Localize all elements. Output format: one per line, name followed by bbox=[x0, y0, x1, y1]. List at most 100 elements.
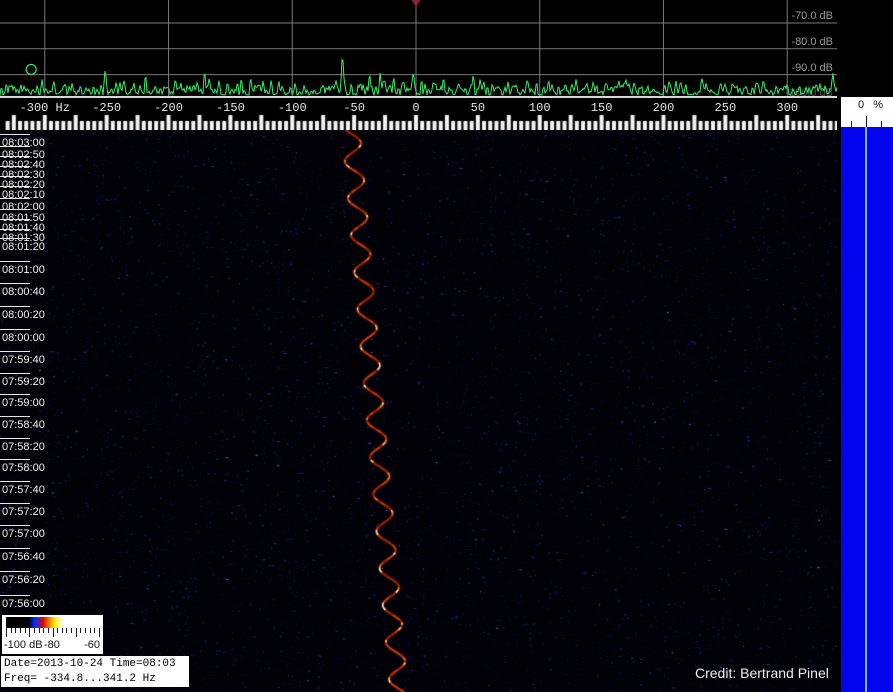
time-label: 07:58:20 bbox=[2, 441, 45, 453]
percent-scale-header: 0 % bbox=[841, 97, 893, 127]
time-label: 07:58:00 bbox=[2, 462, 45, 474]
time-tick bbox=[0, 186, 30, 187]
time-label: 07:59:40 bbox=[2, 354, 45, 366]
time-tick bbox=[0, 595, 30, 596]
time-tick bbox=[0, 166, 30, 167]
scale-tick bbox=[48, 628, 49, 633]
time-label: 07:59:20 bbox=[2, 376, 45, 388]
frequency-label: 100 bbox=[529, 101, 551, 115]
amplitude-bar-level-line bbox=[865, 127, 867, 692]
time-tick bbox=[0, 198, 30, 199]
time-tick bbox=[0, 373, 30, 374]
time-label: 08:00:40 bbox=[2, 286, 45, 298]
waterfall-display[interactable]: 08:03:0008:02:5008:02:4008:02:3008:02:20… bbox=[0, 130, 837, 692]
time-tick bbox=[0, 156, 30, 157]
frequency-label: -200 bbox=[154, 101, 183, 115]
status-date-time: Date=2013-10-24 Time=08:03 bbox=[4, 657, 189, 672]
status-freq-range: Freq= -334.8...341.2 Hz bbox=[4, 672, 189, 687]
status-bar: Date=2013-10-24 Time=08:03 Freq= -334.8.… bbox=[1, 656, 189, 687]
time-label: 08:03:00 bbox=[2, 137, 45, 149]
frequency-label: -300 Hz bbox=[20, 101, 70, 115]
time-tick bbox=[0, 238, 30, 239]
scale-label-max: -60 bbox=[84, 639, 100, 651]
time-tick bbox=[0, 283, 30, 284]
scale-tick bbox=[62, 628, 63, 633]
time-label: 08:00:20 bbox=[2, 309, 45, 321]
color-scale-labels: -100 dB -80 -60 bbox=[2, 638, 103, 653]
time-label: 07:56:40 bbox=[2, 551, 45, 563]
scale-tick bbox=[85, 628, 86, 633]
scale-tick bbox=[94, 628, 95, 633]
scale-tick bbox=[25, 628, 26, 633]
time-tick bbox=[0, 416, 30, 417]
time-tick bbox=[0, 503, 30, 504]
waterfall-canvas[interactable] bbox=[0, 130, 837, 692]
time-label: 07:56:20 bbox=[2, 574, 45, 586]
frequency-ruler: -300 Hz -250 -200 -150 -100 -50 0 50 100 150 200 25… bbox=[0, 97, 837, 130]
scale-tick bbox=[29, 628, 30, 637]
time-label: 08:02:10 bbox=[2, 189, 45, 201]
scale-tick bbox=[20, 628, 21, 633]
spectrum-plot[interactable]: -70.0 dB-80.0 dB-90.0 dB-100.0 dB bbox=[0, 0, 837, 97]
time-label: 08:01:00 bbox=[2, 264, 45, 276]
time-label: 07:57:00 bbox=[2, 528, 45, 540]
time-tick bbox=[0, 394, 30, 395]
time-tick bbox=[0, 548, 30, 549]
time-label: 07:57:40 bbox=[2, 484, 45, 496]
percent-tick bbox=[866, 116, 867, 127]
time-tick bbox=[0, 261, 30, 262]
scale-tick bbox=[57, 628, 58, 633]
scale-label-mid: -80 bbox=[44, 639, 60, 651]
scale-tick bbox=[90, 628, 91, 633]
time-tick bbox=[0, 438, 30, 439]
time-tick bbox=[0, 329, 30, 330]
scale-tick bbox=[11, 628, 12, 633]
frequency-label: 0 bbox=[412, 101, 419, 115]
time-tick bbox=[0, 176, 30, 177]
time-label: 08:01:20 bbox=[2, 241, 45, 253]
frequency-label: 50 bbox=[471, 101, 485, 115]
time-tick bbox=[0, 459, 30, 460]
amplitude-bar[interactable] bbox=[841, 127, 893, 692]
db-label: -70.0 dB bbox=[791, 10, 833, 22]
scale-tick bbox=[76, 628, 77, 637]
frequency-label: -250 bbox=[92, 101, 121, 115]
scale-tick bbox=[43, 628, 44, 633]
frequency-label: -50 bbox=[343, 101, 365, 115]
time-tick bbox=[0, 209, 30, 210]
time-label: 07:56:00 bbox=[2, 598, 45, 610]
time-tick bbox=[0, 571, 30, 572]
time-tick bbox=[0, 306, 30, 307]
spectrum-trace-svg bbox=[0, 0, 837, 97]
db-label: -90.0 dB bbox=[791, 62, 833, 74]
time-tick bbox=[0, 525, 30, 526]
time-label: 08:00:00 bbox=[2, 332, 45, 344]
scale-tick bbox=[6, 628, 7, 637]
scale-tick bbox=[71, 628, 72, 633]
scale-tick bbox=[39, 628, 40, 633]
time-tick bbox=[0, 229, 30, 230]
time-tick bbox=[0, 134, 30, 135]
time-tick bbox=[0, 351, 30, 352]
color-scale: -100 dB -80 -60 bbox=[2, 615, 103, 654]
scale-tick bbox=[99, 628, 100, 637]
frequency-label: 300 bbox=[776, 101, 798, 115]
time-tick bbox=[0, 146, 30, 147]
time-label: 07:57:20 bbox=[2, 506, 45, 518]
frequency-label: 250 bbox=[715, 101, 737, 115]
color-scale-ticks bbox=[6, 628, 99, 638]
frequency-label: 150 bbox=[591, 101, 613, 115]
scale-tick bbox=[53, 628, 54, 637]
scale-label-min: -100 dB bbox=[4, 639, 43, 651]
frequency-label: 200 bbox=[653, 101, 675, 115]
time-label: 07:59:00 bbox=[2, 397, 45, 409]
frequency-label: -100 bbox=[278, 101, 307, 115]
scale-tick bbox=[15, 628, 16, 633]
frequency-label: -150 bbox=[216, 101, 245, 115]
credit-text: Credit: Bertrand Pinel bbox=[695, 665, 829, 681]
scale-tick bbox=[80, 628, 81, 633]
time-tick bbox=[0, 219, 30, 220]
db-label: -80.0 dB bbox=[791, 36, 833, 48]
percent-label: 0 % bbox=[858, 99, 886, 111]
scale-tick bbox=[66, 628, 67, 633]
